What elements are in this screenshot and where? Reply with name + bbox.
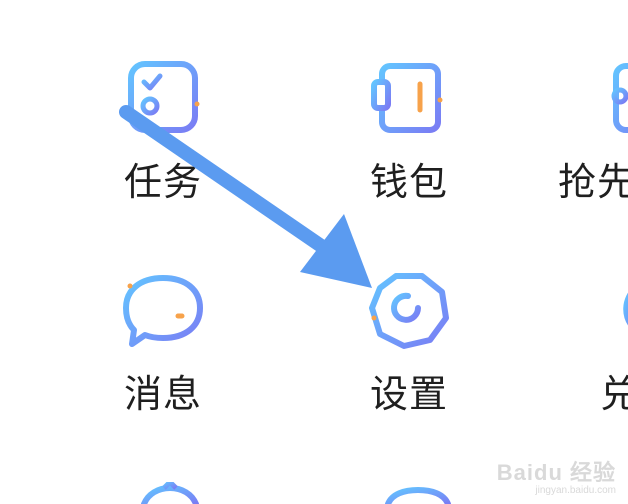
- task-checklist-icon: [128, 61, 200, 133]
- redeem-icon: [623, 292, 628, 326]
- watermark-logo: Baidu 经验: [496, 460, 616, 485]
- partial-bottom-icon: [141, 482, 199, 504]
- app-grid-screen: 任务 钱包 抢先 消息 设置 兑 Baidu 经验 jingyan.baidu.…: [0, 0, 628, 504]
- partial-bottom-icon: [385, 486, 451, 504]
- grid-item-label: 钱包: [369, 160, 448, 204]
- grab-first-icon: [611, 63, 628, 133]
- message-bubble-icon: [123, 275, 203, 347]
- grid-item-label: 兑: [600, 372, 628, 416]
- grid-item-label: 设置: [369, 372, 448, 416]
- grid-item-settings[interactable]: 设置: [366, 268, 452, 416]
- watermark: Baidu 经验 jingyan.baidu.com: [497, 455, 616, 496]
- grid-item-grab-first[interactable]: 抢先: [558, 56, 628, 204]
- grid-item-wallet[interactable]: 钱包: [366, 56, 452, 204]
- grid-item-label: 抢先: [558, 160, 628, 204]
- grid-item-messages[interactable]: 消息: [120, 268, 206, 416]
- wallet-icon: [371, 63, 443, 133]
- grid-item-redeem[interactable]: 兑: [600, 268, 628, 416]
- grid-item-tasks[interactable]: 任务: [120, 56, 206, 204]
- grid-item-label: 消息: [123, 372, 202, 416]
- settings-icon: [369, 273, 449, 349]
- arrow-icon: [119, 105, 372, 288]
- grid-item-label: 任务: [123, 160, 202, 204]
